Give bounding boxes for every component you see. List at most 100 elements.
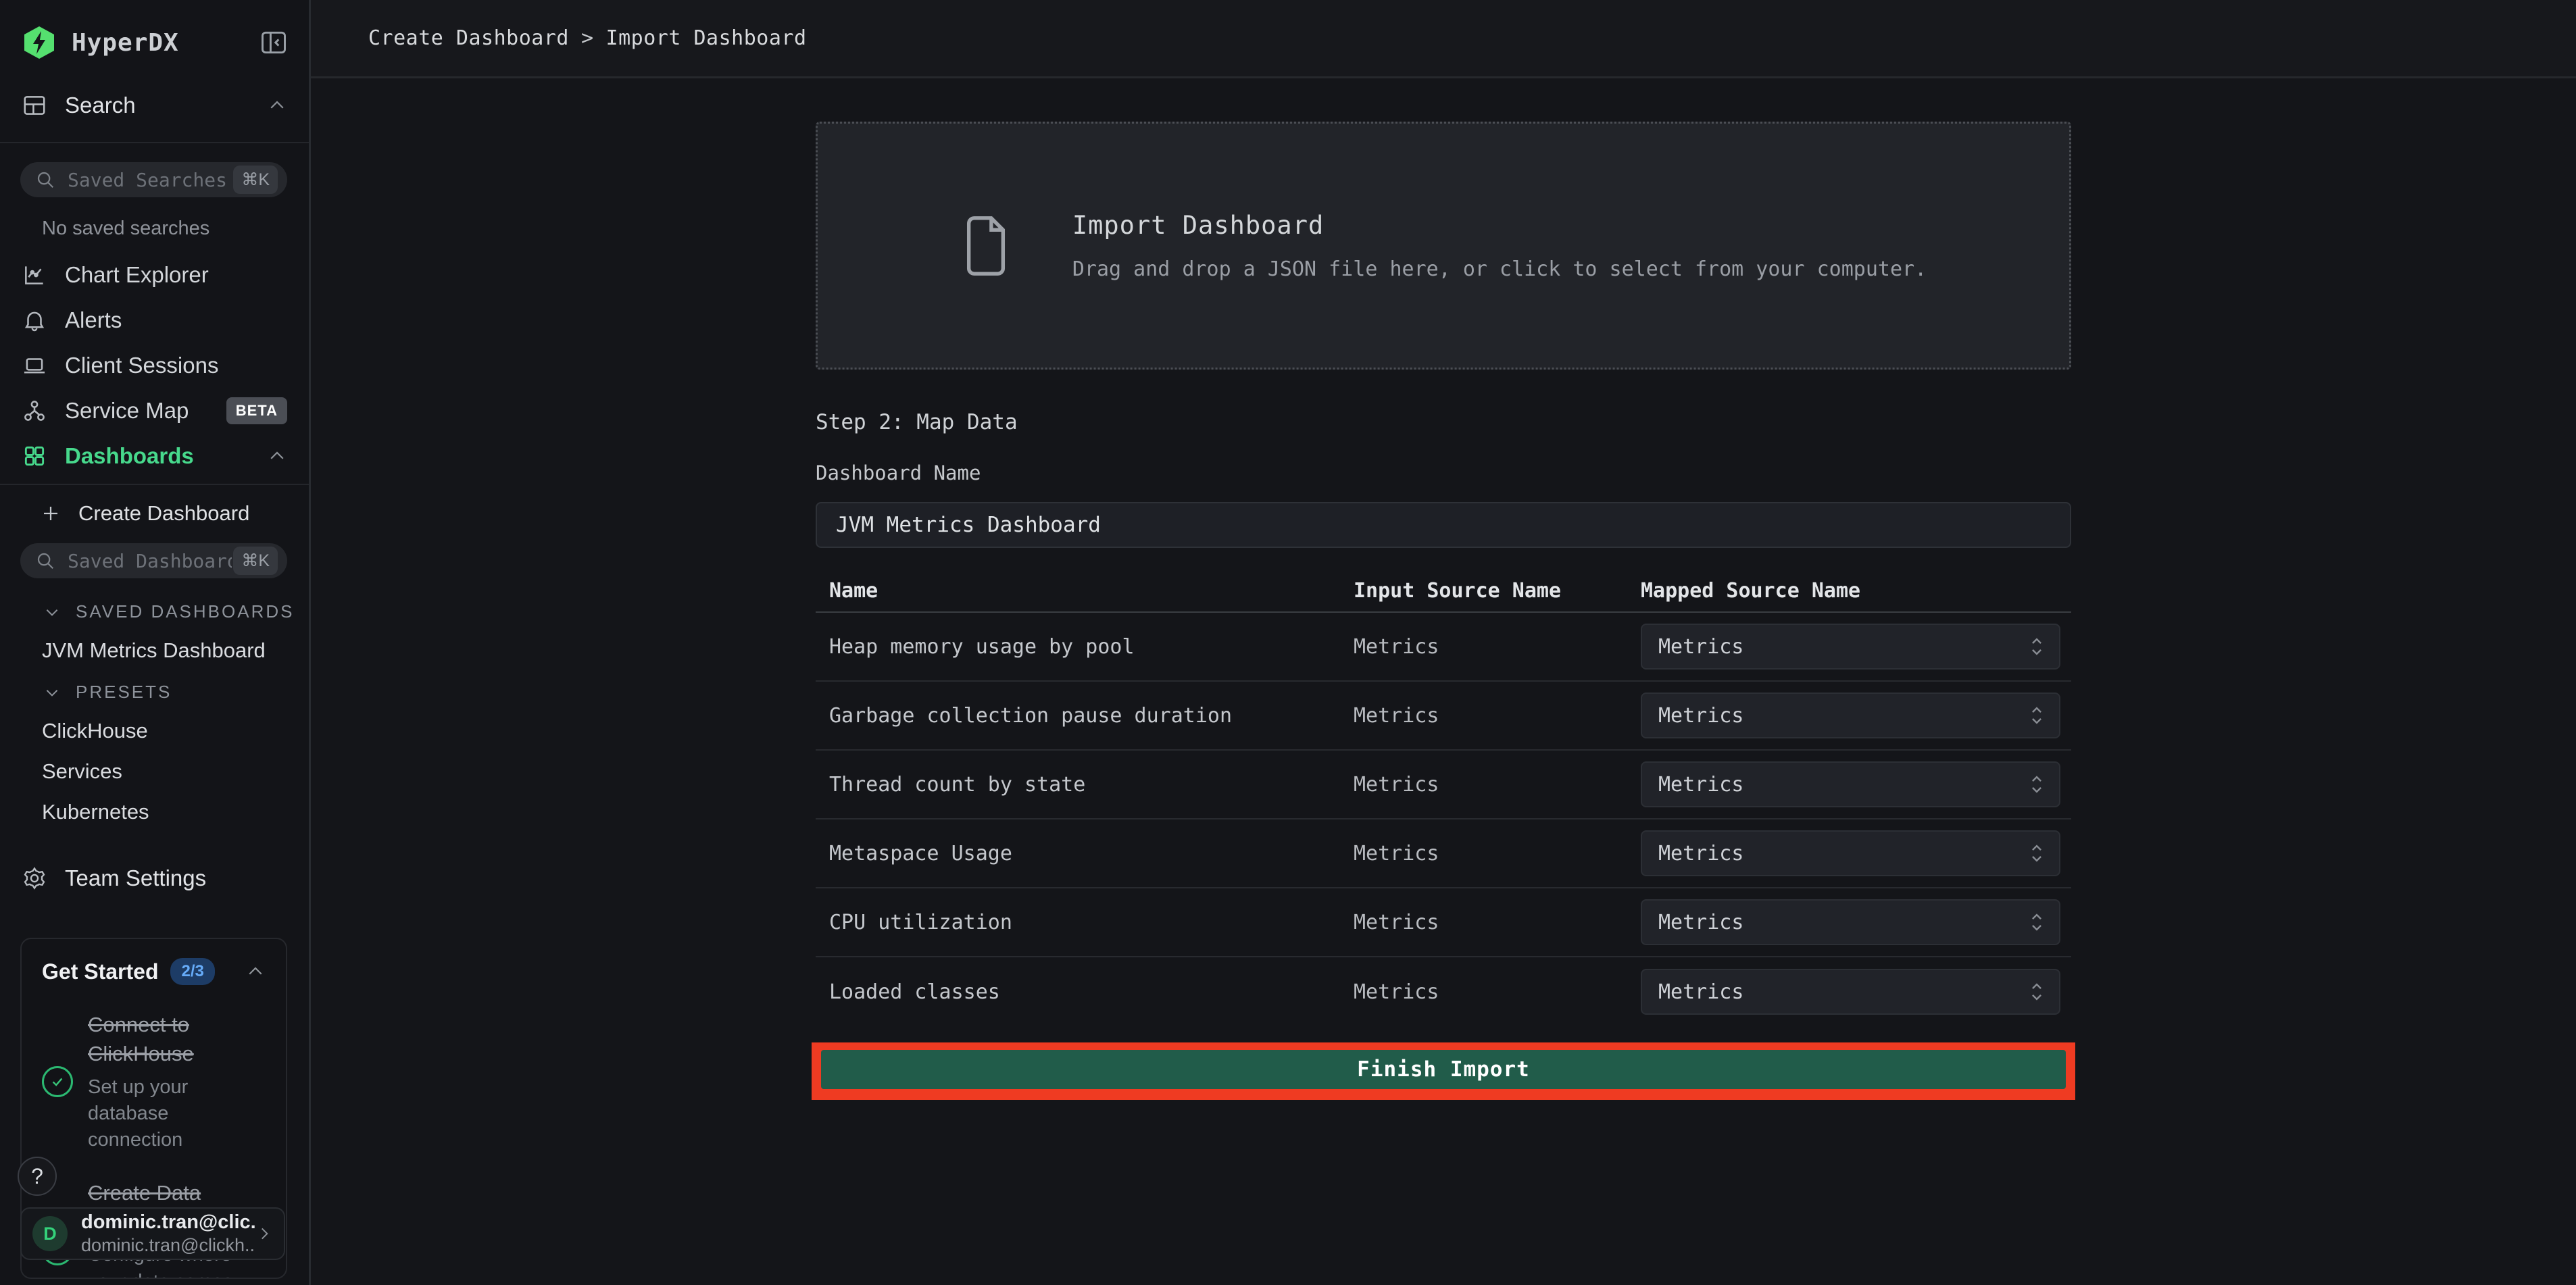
caret-sort-icon [2027, 704, 2047, 727]
collapse-sidebar-icon [259, 28, 289, 57]
saved-dashboards-input[interactable] [66, 549, 233, 573]
caret-sort-icon [2027, 911, 2047, 934]
sidebar-item-label: Client Sessions [65, 353, 287, 378]
caret-sort-icon [2027, 842, 2047, 865]
get-started-item-title: Connect to ClickHouse [88, 1011, 266, 1069]
keyboard-shortcut-badge: ⌘K [233, 166, 278, 194]
sidebar-item-label: Search [65, 93, 267, 118]
breadcrumb-import-dashboard: Import Dashboard [606, 26, 807, 50]
chart-name: Thread count by state [816, 773, 1354, 797]
top-bar: Create Dashboard > Import Dashboard [311, 0, 2576, 78]
chevron-right-icon [255, 1225, 273, 1242]
dropzone-subtitle: Drag and drop a JSON file here, or click… [1072, 257, 1927, 281]
sidebar-item-client-sessions[interactable]: Client Sessions [0, 343, 309, 388]
input-source-name: Metrics [1354, 911, 1641, 934]
sidebar-item-clickhouse[interactable]: ClickHouse [42, 719, 309, 743]
dashboard-name-label: Dashboard Name [816, 461, 2071, 484]
plus-icon [41, 503, 61, 524]
mapped-source-select[interactable]: Metrics [1641, 761, 2060, 807]
breadcrumb-create-dashboard[interactable]: Create Dashboard [368, 26, 569, 50]
dashboards-icon [22, 443, 47, 469]
saved-dashboards-search[interactable]: ⌘K [20, 543, 287, 578]
sidebar-divider [0, 142, 309, 143]
chevron-down-icon [43, 684, 61, 701]
selected-value: Metrics [1658, 911, 2027, 934]
user-email: dominic.tran@clickh... [81, 1234, 255, 1257]
search-section-icon [22, 93, 47, 118]
hyperdx-logo-icon [22, 25, 57, 60]
sidebar-item-search[interactable]: Search [0, 84, 309, 127]
saved-dashboards-section-header[interactable]: SAVED DASHBOARDS [43, 601, 309, 622]
service-map-icon [22, 398, 47, 424]
mapped-source-select[interactable]: Metrics [1641, 899, 2060, 945]
finish-import-button[interactable]: Finish Import [821, 1050, 2066, 1089]
sidebar-item-alerts[interactable]: Alerts [0, 297, 309, 343]
create-dashboard-label: Create Dashboard [78, 501, 249, 526]
mapped-source-select[interactable]: Metrics [1641, 692, 2060, 738]
input-source-name: Metrics [1354, 704, 1641, 728]
table-header-row: Name Input Source Name Mapped Source Nam… [816, 570, 2071, 613]
step-heading: Step 2: Map Data [816, 410, 2071, 434]
check-circle-icon [42, 1066, 73, 1097]
sidebar-item-label: Service Map [65, 398, 226, 424]
get-started-title: Get Started [42, 959, 158, 984]
dropzone-title: Import Dashboard [1072, 211, 1927, 240]
sidebar-item-chart-explorer[interactable]: Chart Explorer [0, 252, 309, 297]
sidebar-item-service-map[interactable]: Service Map BETA [0, 388, 309, 433]
avatar: D [32, 1216, 68, 1251]
selected-value: Metrics [1658, 980, 2027, 1004]
app-title: HyperDX [72, 29, 259, 57]
file-dropzone[interactable]: Import Dashboard Drag and drop a JSON fi… [816, 122, 2071, 370]
user-name: dominic.tran@clic... [81, 1210, 255, 1234]
dashboard-name-input[interactable] [816, 502, 2071, 548]
section-header-label: SAVED DASHBOARDS [76, 601, 294, 622]
chart-name: Loaded classes [816, 980, 1354, 1004]
progress-badge: 2/3 [170, 958, 214, 985]
no-saved-searches-text: No saved searches [42, 218, 309, 240]
collapse-sidebar-button[interactable] [259, 28, 289, 57]
column-header-name: Name [816, 579, 1354, 603]
create-dashboard-button[interactable]: Create Dashboard [41, 501, 309, 526]
sidebar-item-team-settings[interactable]: Team Settings [0, 857, 309, 900]
table-row: Heap memory usage by pool Metrics Metric… [816, 613, 2071, 682]
breadcrumb-separator: > [581, 26, 594, 50]
sidebar-item-label: Chart Explorer [65, 262, 287, 288]
table-row: Garbage collection pause duration Metric… [816, 682, 2071, 751]
sidebar-item-kubernetes[interactable]: Kubernetes [42, 800, 309, 824]
sidebar-item-services[interactable]: Services [42, 759, 309, 784]
selected-value: Metrics [1658, 842, 2027, 865]
mapping-table: Name Input Source Name Mapped Source Nam… [816, 570, 2071, 1026]
chart-explorer-icon [22, 262, 47, 288]
sidebar-item-label: Dashboards [65, 443, 267, 469]
chevron-down-icon [43, 603, 61, 621]
table-row: Thread count by state Metrics Metrics [816, 751, 2071, 820]
get-started-item-connect[interactable]: Connect to ClickHouse Set up your databa… [42, 1011, 266, 1153]
user-menu[interactable]: D dominic.tran@clic... dominic.tran@clic… [20, 1207, 285, 1260]
search-icon [35, 170, 55, 190]
chart-name: CPU utilization [816, 911, 1354, 934]
mapped-source-select[interactable]: Metrics [1641, 624, 2060, 670]
sidebar-item-dashboards[interactable]: Dashboards [0, 433, 309, 478]
input-source-name: Metrics [1354, 842, 1641, 865]
bell-icon [22, 307, 47, 333]
caret-sort-icon [2027, 980, 2047, 1003]
chart-name: Garbage collection pause duration [816, 704, 1354, 728]
saved-searches-search[interactable]: ⌘K [20, 162, 287, 197]
chevron-up-icon [267, 95, 287, 116]
help-button[interactable]: ? [18, 1157, 57, 1196]
mapped-source-select[interactable]: Metrics [1641, 969, 2060, 1015]
sidebar-item-label: Team Settings [65, 865, 287, 891]
input-source-name: Metrics [1354, 635, 1641, 659]
table-row: Metaspace Usage Metrics Metrics [816, 820, 2071, 888]
get-started-header[interactable]: Get Started 2/3 [42, 958, 266, 985]
sidebar-nav: Chart Explorer Alerts Client Sessions Se… [0, 252, 309, 478]
get-started-item-subtitle: Set up your database connection [88, 1074, 266, 1153]
sidebar-item-label: Alerts [65, 307, 287, 333]
table-row: CPU utilization Metrics Metrics [816, 888, 2071, 957]
presets-section-header[interactable]: PRESETS [43, 682, 309, 703]
chart-name: Metaspace Usage [816, 842, 1354, 865]
sidebar-item-jvm-metrics-dashboard[interactable]: JVM Metrics Dashboard [42, 638, 309, 663]
mapped-source-select[interactable]: Metrics [1641, 830, 2060, 876]
saved-searches-input[interactable] [66, 168, 233, 192]
laptop-icon [22, 353, 47, 378]
